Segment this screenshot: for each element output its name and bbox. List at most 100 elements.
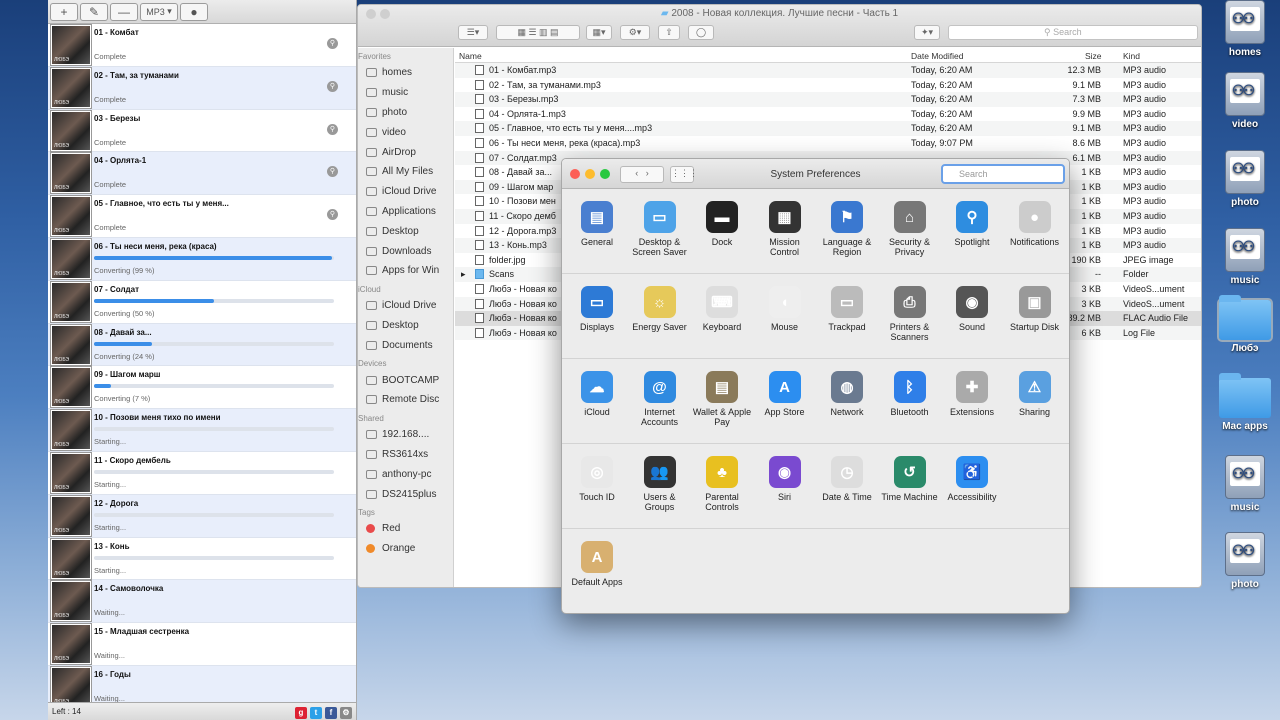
desktop-icon-0[interactable]: ⚇⚇ homes <box>1215 0 1275 58</box>
pref-pane[interactable]: ▭ Displays <box>566 286 628 332</box>
pref-pane[interactable]: A App Store <box>754 371 816 417</box>
pref-pane[interactable]: ⎙ Printers & Scanners <box>879 286 941 342</box>
pref-pane[interactable]: ⚠ Sharing <box>1004 371 1066 417</box>
pref-pane[interactable]: ☁ iCloud <box>566 371 628 417</box>
sidebar-item[interactable]: Desktop <box>358 316 453 336</box>
sidebar-item[interactable]: music <box>358 83 453 103</box>
sidebar-item[interactable]: DS2415plus <box>358 484 453 504</box>
reveal-magnifier-icon[interactable]: ⚲ <box>327 123 338 135</box>
desktop-icon-2[interactable]: ⚇⚇ photo <box>1215 150 1275 208</box>
pref-pane[interactable]: ᛒ Bluetooth <box>879 371 941 417</box>
edit-button[interactable]: ✎ <box>80 2 108 21</box>
desktop-icon-4[interactable]: Любэ <box>1215 295 1275 354</box>
sidebar-item[interactable]: Orange <box>358 539 453 559</box>
pref-pane[interactable]: ☼ Energy Saver <box>629 286 691 332</box>
conversion-row[interactable]: 02 - Там, за туманами Complete ⚲ <box>48 66 356 110</box>
sidebar-item[interactable]: BOOTCAMP <box>358 370 453 390</box>
sidebar-item[interactable]: 192.168.... <box>358 425 453 445</box>
file-row[interactable]: 04 - Орлята-1.mp3 Today, 6:20 AM 9.9 MB MP3… <box>455 107 1201 122</box>
pref-pane[interactable]: @ Internet Accounts <box>629 371 691 427</box>
sidebar-item[interactable]: Documents <box>358 335 453 355</box>
conversion-row[interactable]: 06 - Ты неси меня, река (краса) Convertin… <box>48 237 356 281</box>
conversion-row[interactable]: 03 - Березы Complete ⚲ <box>48 109 356 153</box>
sidebar-item[interactable]: iCloud Drive <box>358 296 453 316</box>
action-gear-icon[interactable]: ⚙▾ <box>620 25 650 40</box>
finder-search-input[interactable]: ⚲ Search <box>948 25 1198 40</box>
sidebar-item[interactable]: RS3614xs <box>358 445 453 465</box>
reveal-magnifier-icon[interactable]: ⚲ <box>327 166 338 178</box>
pref-pane[interactable]: ◷ Date & Time <box>816 456 878 502</box>
desktop-icon-5[interactable]: Mac apps <box>1215 373 1275 432</box>
sidebar-item[interactable]: Applications <box>358 202 453 222</box>
conversion-row[interactable]: 12 - Дорога Starting... <box>48 494 356 538</box>
conversion-row[interactable]: 04 - Орлята-1 Complete ⚲ <box>48 152 356 196</box>
sidebar-item[interactable]: Desktop <box>358 221 453 241</box>
conversion-row[interactable]: 14 - Самоволочка Waiting... <box>48 580 356 624</box>
add-files-button[interactable]: + <box>50 2 78 21</box>
reveal-magnifier-icon[interactable]: ⚲ <box>327 38 338 49</box>
pref-pane[interactable]: ◎ Touch ID <box>566 456 628 502</box>
conversion-row[interactable]: 16 - Годы Waiting... <box>48 665 356 702</box>
conversion-row[interactable]: 01 - Комбат Complete ⚲ <box>48 24 356 67</box>
conversion-row[interactable]: 07 - Солдат Converting (50 %) <box>48 280 356 324</box>
sidebar-item[interactable]: photo <box>358 103 453 123</box>
pref-pane[interactable]: ◍ Network <box>816 371 878 417</box>
desktop-icon-7[interactable]: ⚇⚇ photo <box>1215 532 1275 590</box>
pref-pane[interactable]: ▤ General <box>566 201 628 247</box>
column-kind[interactable]: Kind <box>1123 51 1140 61</box>
view-mode-buttons[interactable]: ▦ ☰ ▥ ▤ <box>496 25 580 40</box>
pref-pane[interactable]: ▭ Desktop & Screen Saver <box>629 201 691 257</box>
pref-pane[interactable]: ▤ Wallet & Apple Pay <box>691 371 753 427</box>
column-modified[interactable]: Date Modified <box>911 51 963 61</box>
column-name[interactable]: Name <box>459 51 482 61</box>
pref-pane[interactable]: A Default Apps <box>566 541 628 587</box>
file-row[interactable]: 06 - Ты неси меня, река (краса).mp3 Today… <box>455 136 1201 151</box>
sidebar-item[interactable]: video <box>358 122 453 142</box>
pref-pane[interactable]: ▦ Mission Control <box>754 201 816 257</box>
sidebar-item[interactable]: All My Files <box>358 162 453 182</box>
pref-pane[interactable]: ♿ Accessibility <box>941 456 1003 502</box>
facebook-icon[interactable]: f <box>325 707 337 719</box>
settings-icon[interactable]: ⚙ <box>340 707 352 719</box>
pref-pane[interactable]: ⌂ Security & Privacy <box>879 201 941 257</box>
sidebar-item[interactable]: Remote Disc <box>358 390 453 410</box>
sidebar-item[interactable]: Downloads <box>358 241 453 261</box>
file-row[interactable]: 01 - Комбат.mp3 Today, 6:20 AM 12.3 MB MP3 … <box>455 63 1201 78</box>
desktop-icon-6[interactable]: ⚇⚇ music <box>1215 455 1275 513</box>
dropbox-icon[interactable]: ✦▾ <box>914 25 940 40</box>
group-button[interactable]: ▦▾ <box>586 25 612 40</box>
sidebar-item[interactable]: homes <box>358 63 453 83</box>
file-row[interactable]: 05 - Главное, что есть ты у меня....mp3 T… <box>455 121 1201 136</box>
pref-pane[interactable]: ▣ Startup Disk <box>1004 286 1066 332</box>
pref-pane[interactable]: ↺ Time Machine <box>879 456 941 502</box>
reveal-magnifier-icon[interactable]: ⚲ <box>327 80 338 92</box>
twitter-icon[interactable]: t <box>310 707 322 719</box>
pref-pane[interactable]: ⚑ Language & Region <box>816 201 878 257</box>
pref-pane[interactable]: ✚ Extensions <box>941 371 1003 417</box>
sidebar-item[interactable]: anthony-pc <box>358 464 453 484</box>
pref-pane[interactable]: ◖ Mouse <box>754 286 816 332</box>
pref-pane[interactable]: ⌨ Keyboard <box>691 286 753 332</box>
google-plus-icon[interactable]: g <box>295 707 307 719</box>
column-size[interactable]: Size <box>1085 51 1102 61</box>
disclosure-triangle-icon[interactable]: ▸ <box>461 269 466 280</box>
pref-pane[interactable]: ◉ Siri <box>754 456 816 502</box>
arrange-button[interactable]: ☰▾ <box>458 25 488 40</box>
conversion-row[interactable]: 10 - Позови меня тихо по имени Starting..… <box>48 409 356 452</box>
pref-pane[interactable]: 👥 Users & Groups <box>629 456 691 512</box>
pref-pane[interactable]: ● Notifications <box>1004 201 1066 247</box>
pref-pane[interactable]: ▬ Dock <box>691 201 753 247</box>
sidebar-item[interactable]: iCloud Drive <box>358 182 453 202</box>
pref-pane[interactable]: ▭ Trackpad <box>816 286 878 332</box>
remove-button[interactable]: — <box>110 2 138 21</box>
file-row[interactable]: 03 - Березы.mp3 Today, 6:20 AM 7.3 MB MP3 a… <box>455 92 1201 107</box>
sidebar-item[interactable]: AirDrop <box>358 142 453 162</box>
conversion-row[interactable]: 05 - Главное, что есть ты у меня... Compl… <box>48 195 356 238</box>
conversion-row[interactable]: 09 - Шагом марш Converting (7 %) <box>48 366 356 410</box>
conversion-row[interactable]: 13 - Конь Starting... <box>48 537 356 581</box>
start-button[interactable]: ● <box>180 2 208 21</box>
desktop-icon-1[interactable]: ⚇⚇ video <box>1215 72 1275 130</box>
sysprefs-search-input[interactable]: Search <box>941 164 1065 184</box>
reveal-magnifier-icon[interactable]: ⚲ <box>327 209 338 221</box>
desktop-icon-3[interactable]: ⚇⚇ music <box>1215 228 1275 286</box>
